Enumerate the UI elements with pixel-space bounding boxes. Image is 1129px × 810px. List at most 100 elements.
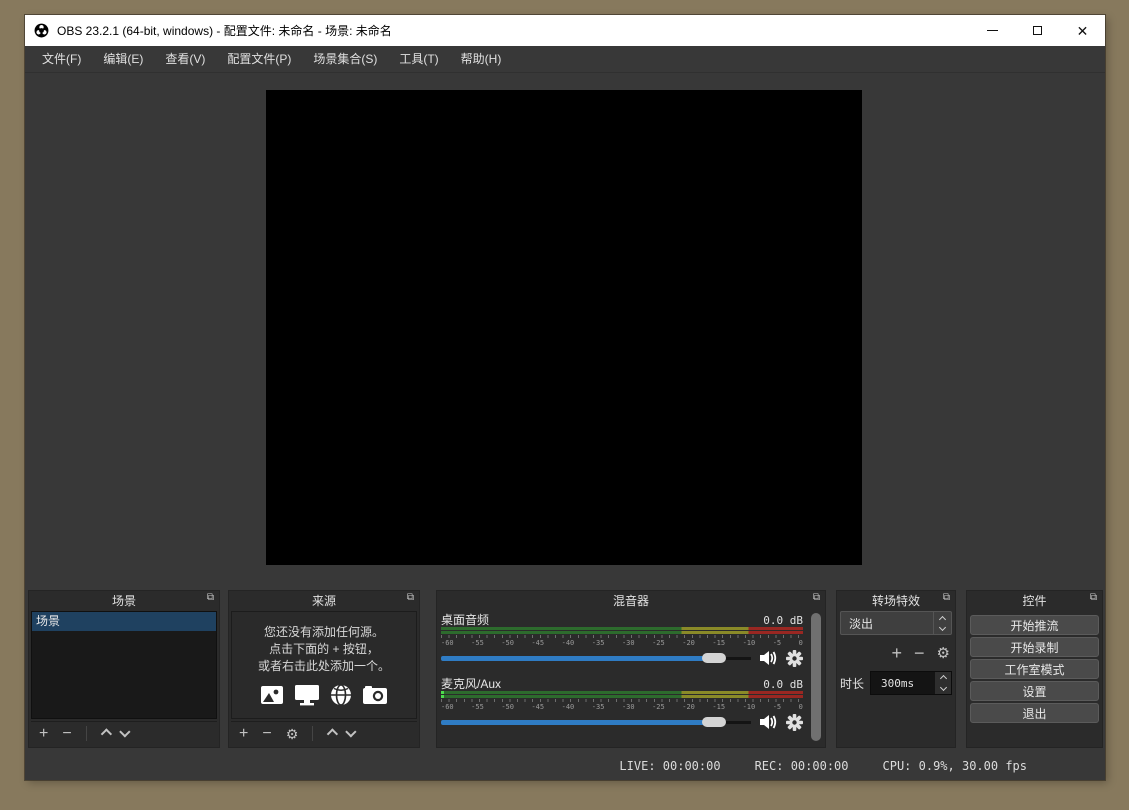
statusbar: LIVE: 00:00:00 REC: 00:00:00 CPU: 0.9%, … [25, 752, 1105, 780]
empty-hint-line: 点击下面的 + 按钮， [258, 641, 390, 658]
tick-label: -50 [501, 703, 514, 711]
sources-title: 来源 [312, 592, 336, 609]
remove-transition-button[interactable]: − [914, 644, 925, 662]
controls-buttons: 开始推流开始录制工作室模式设置退出 [970, 615, 1099, 723]
control-button[interactable]: 工作室模式 [970, 659, 1099, 679]
popout-icon[interactable]: ⧉ [813, 593, 820, 603]
mixer-body: 桌面音频 0.0 dB -60-55-50-45-40-35-30-25-20-… [441, 611, 803, 745]
tick-label: -35 [592, 703, 605, 711]
tick-label: -45 [531, 703, 544, 711]
tick-label: -60 [441, 703, 454, 711]
control-button[interactable]: 开始推流 [970, 615, 1099, 635]
menu-item[interactable]: 编辑(E) [92, 46, 154, 73]
plus-icon: + [892, 644, 903, 662]
tick-label: -45 [531, 639, 544, 647]
mute-button[interactable] [759, 714, 778, 730]
channel-name: 桌面音频 [441, 611, 489, 628]
preview-canvas[interactable] [266, 90, 862, 565]
tick-label: -60 [441, 639, 454, 647]
scene-down-button[interactable] [123, 730, 131, 738]
mixer-channel-mic-aux: 麦克风/Aux 0.0 dB -60-55-50-45-40-35-30-25-… [441, 675, 803, 730]
channel-db-value: 0.0 dB [763, 678, 803, 691]
transitions-title: 转场特效 [872, 592, 920, 609]
menu-item[interactable]: 文件(F) [31, 46, 92, 73]
chevron-down-icon [119, 726, 130, 737]
popout-icon[interactable]: ⧉ [207, 593, 214, 603]
source-properties-button[interactable]: ⚙ [286, 727, 299, 741]
tick-label: -30 [622, 703, 635, 711]
control-button[interactable]: 设置 [970, 681, 1099, 701]
duration-spinbox[interactable]: 300ms [870, 671, 952, 695]
image-icon [259, 683, 285, 707]
gear-icon: ⚙ [937, 646, 950, 661]
minimize-icon [987, 30, 998, 31]
menu-item[interactable]: 工具(T) [388, 46, 449, 73]
transition-properties-button[interactable]: ⚙ [937, 646, 950, 661]
tick-label: -10 [743, 703, 756, 711]
sources-empty-area[interactable]: 您还没有添加任何源。点击下面的 + 按钮，或者右击此处添加一个。 [231, 611, 417, 719]
popout-icon[interactable]: ⧉ [1090, 593, 1097, 603]
tick-label: -15 [712, 703, 725, 711]
window-title: OBS 23.2.1 (64-bit, windows) - 配置文件: 未命名… [57, 22, 392, 39]
titlebar[interactable]: OBS 23.2.1 (64-bit, windows) - 配置文件: 未命名… [25, 15, 1105, 46]
menu-item[interactable]: 配置文件(P) [216, 46, 302, 73]
chevron-up-icon [327, 728, 338, 739]
tick-label: -5 [773, 703, 781, 711]
add-source-button[interactable]: + [239, 726, 248, 742]
mixer-panel: 混音器 ⧉ 桌面音频 0.0 dB -60-55-50-45-40-35-30-… [436, 590, 826, 748]
source-up-button[interactable] [327, 730, 335, 738]
popout-icon[interactable]: ⧉ [407, 593, 414, 603]
volume-slider-handle[interactable] [702, 653, 726, 663]
tick-label: -5 [773, 639, 781, 647]
add-transition-button[interactable]: + [892, 644, 903, 662]
maximize-button[interactable] [1015, 15, 1060, 46]
obs-window: OBS 23.2.1 (64-bit, windows) - 配置文件: 未命名… [25, 15, 1105, 780]
live-level-indicator [441, 695, 444, 698]
control-button[interactable]: 开始录制 [970, 637, 1099, 657]
menu-item[interactable]: 场景集合(S) [302, 46, 388, 73]
tick-label: -40 [562, 703, 575, 711]
chevron-up-icon [939, 615, 946, 622]
duration-label: 时长 [840, 675, 864, 692]
menubar: 文件(F)编辑(E)查看(V)配置文件(P)场景集合(S)工具(T)帮助(H) [25, 46, 1105, 73]
menu-item[interactable]: 查看(V) [154, 46, 216, 73]
channel-settings-button[interactable] [786, 714, 803, 731]
gear-icon [786, 650, 803, 667]
minimize-button[interactable] [970, 15, 1015, 46]
chevron-up-icon [100, 728, 111, 739]
minus-icon: − [262, 726, 271, 742]
tick-label: 0 [799, 639, 803, 647]
mixer-title: 混音器 [613, 592, 649, 609]
tick-label: -40 [562, 639, 575, 647]
source-down-button[interactable] [349, 730, 357, 738]
minus-icon: − [914, 644, 925, 662]
scenes-toolbar: + − [31, 721, 217, 745]
popout-icon[interactable]: ⧉ [943, 593, 950, 603]
globe-icon [329, 683, 353, 707]
plus-icon: + [39, 726, 48, 742]
speaker-icon [759, 650, 778, 666]
tick-label: -35 [592, 639, 605, 647]
remove-source-button[interactable]: − [262, 726, 271, 742]
obs-logo [34, 23, 49, 38]
channel-db-value: 0.0 dB [763, 614, 803, 627]
spin-buttons[interactable] [935, 672, 951, 694]
tick-label: -55 [471, 703, 484, 711]
channel-settings-button[interactable] [786, 650, 803, 667]
combo-arrows [933, 612, 951, 634]
add-scene-button[interactable]: + [39, 726, 48, 742]
scene-up-button[interactable] [101, 730, 109, 738]
mute-button[interactable] [759, 650, 778, 666]
remove-scene-button[interactable]: − [62, 726, 71, 742]
scene-list-item[interactable]: 场景 [32, 612, 216, 631]
scenes-panel: 场景 ⧉ 场景 + − [28, 590, 220, 748]
close-button[interactable]: ✕ [1060, 15, 1105, 46]
transition-select[interactable]: 淡出 [840, 611, 952, 635]
mixer-scrollbar[interactable] [811, 613, 821, 741]
volume-slider[interactable] [441, 714, 751, 730]
control-button[interactable]: 退出 [970, 703, 1099, 723]
volume-slider[interactable] [441, 650, 751, 666]
volume-slider-handle[interactable] [702, 717, 726, 727]
minus-icon: − [62, 726, 71, 742]
menu-item[interactable]: 帮助(H) [450, 46, 513, 73]
